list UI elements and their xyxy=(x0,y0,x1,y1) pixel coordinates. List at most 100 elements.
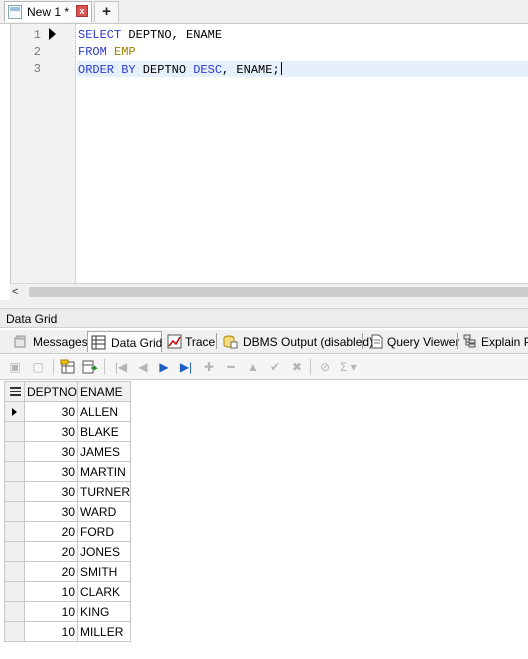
cell-ename[interactable]: SMITH xyxy=(77,561,132,582)
tab-explain-plan[interactable]: Explain Pl xyxy=(460,331,528,352)
tab-messages[interactable]: Messages xyxy=(10,331,88,352)
table-row[interactable]: 30 ALLEN xyxy=(4,401,132,422)
cell-deptno[interactable]: 10 xyxy=(23,581,79,602)
code-line-2[interactable]: FROM EMP xyxy=(78,45,136,59)
table-row[interactable]: 30 JAMES xyxy=(4,441,132,462)
table-row[interactable]: 20 FORD xyxy=(4,521,132,542)
previous-record-icon[interactable]: ◀ xyxy=(135,359,151,375)
table-row[interactable]: 20 JONES xyxy=(4,541,132,562)
edit-record-icon[interactable]: ▲ xyxy=(245,359,261,375)
scrollbar-thumb[interactable] xyxy=(29,287,528,297)
row-selector[interactable] xyxy=(4,581,25,602)
unlock-icon[interactable]: ▢ xyxy=(30,359,46,375)
cell-ename[interactable]: CLARK xyxy=(77,581,132,602)
panel-splitter[interactable] xyxy=(0,300,528,308)
toolbar-separator xyxy=(53,359,54,375)
cell-deptno[interactable]: 20 xyxy=(23,541,79,562)
sql-keyword: SELECT xyxy=(78,28,122,42)
row-selector[interactable] xyxy=(4,541,25,562)
close-tab-icon[interactable]: x xyxy=(76,5,88,17)
cell-deptno[interactable]: 30 xyxy=(23,461,79,482)
document-tab-new1[interactable]: New 1 * x xyxy=(4,1,92,22)
table-row[interactable]: 10 KING xyxy=(4,601,132,622)
tab-data-grid[interactable]: Data Grid xyxy=(87,331,162,352)
cell-ename[interactable]: JONES xyxy=(77,541,132,562)
post-edit-icon[interactable]: ✔ xyxy=(267,359,283,375)
cell-deptno[interactable]: 20 xyxy=(23,521,79,542)
scroll-left-arrow-icon[interactable]: < xyxy=(12,284,18,300)
row-selector[interactable] xyxy=(4,461,25,482)
refresh-grid-icon[interactable] xyxy=(82,359,98,375)
code-line-3[interactable]: ORDER BY DEPTNO DESC, ENAME; xyxy=(78,62,282,77)
query-viewer-icon xyxy=(371,334,383,349)
sql-keyword: FROM xyxy=(78,45,107,59)
cell-deptno[interactable]: 30 xyxy=(23,421,79,442)
cell-ename[interactable]: WARD xyxy=(77,501,132,522)
sum-dropdown-icon[interactable]: Σ ▾ xyxy=(340,359,364,375)
cell-ename[interactable]: ALLEN xyxy=(77,401,132,422)
sql-editor[interactable]: 1 2 3 SELECT DEPTNO, ENAME FROM EMP ORDE… xyxy=(10,24,528,283)
cell-deptno[interactable]: 10 xyxy=(23,601,79,622)
tab-label: Explain Pl xyxy=(481,335,528,349)
row-selector[interactable] xyxy=(4,561,25,582)
tab-label: Data Grid xyxy=(111,336,163,350)
lock-icon[interactable]: ▣ xyxy=(7,359,23,375)
sql-text: , ENAME; xyxy=(222,63,280,77)
row-selector[interactable] xyxy=(4,521,25,542)
insert-record-icon[interactable]: ✚ xyxy=(201,359,217,375)
toolbar-separator xyxy=(104,359,105,375)
export-grid-icon[interactable] xyxy=(60,359,76,375)
table-row[interactable]: 10 MILLER xyxy=(4,621,132,642)
cell-deptno[interactable]: 30 xyxy=(23,481,79,502)
table-row[interactable]: 30 WARD xyxy=(4,501,132,522)
row-selector[interactable] xyxy=(4,601,25,622)
cell-deptno[interactable]: 10 xyxy=(23,621,79,642)
tab-query-viewer[interactable]: Query Viewer xyxy=(366,331,459,352)
code-line-1[interactable]: SELECT DEPTNO, ENAME xyxy=(78,28,222,42)
tab-dbms-output[interactable]: DBMS Output (disabled) xyxy=(220,331,373,352)
cancel-edit-icon[interactable]: ✖ xyxy=(289,359,305,375)
cell-ename[interactable]: MARTIN xyxy=(77,461,132,482)
tab-label: Trace xyxy=(185,335,216,349)
table-row[interactable]: 10 CLARK xyxy=(4,581,132,602)
cell-ename[interactable]: BLAKE xyxy=(77,421,132,442)
first-record-icon[interactable]: |◀ xyxy=(113,359,129,375)
table-row[interactable]: 20 SMITH xyxy=(4,561,132,582)
cell-deptno[interactable]: 30 xyxy=(23,501,79,522)
cell-ename[interactable]: MILLER xyxy=(77,621,132,642)
row-selector[interactable] xyxy=(4,481,25,502)
row-selector[interactable] xyxy=(4,441,25,462)
text-cursor xyxy=(280,62,282,75)
last-record-icon[interactable]: ▶| xyxy=(178,359,194,375)
table-row[interactable]: 30 BLAKE xyxy=(4,421,132,442)
cell-deptno[interactable]: 30 xyxy=(23,401,79,422)
tab-label: DBMS Output (disabled) xyxy=(243,335,374,349)
editor-horizontal-scrollbar[interactable]: < xyxy=(10,283,528,300)
delete-record-icon[interactable]: ━ xyxy=(223,359,239,375)
grid-menu-button[interactable] xyxy=(4,381,25,402)
cell-deptno[interactable]: 30 xyxy=(23,441,79,462)
new-tab-button[interactable]: + xyxy=(94,1,119,22)
filter-disabled-icon[interactable]: ⊘ xyxy=(317,359,333,375)
row-selector[interactable] xyxy=(4,401,25,422)
table-row[interactable]: 30 MARTIN xyxy=(4,461,132,482)
current-statement-marker-icon xyxy=(49,28,56,40)
editor-gutter: 1 2 3 xyxy=(11,24,76,283)
sql-keyword: ORDER BY xyxy=(78,63,136,77)
table-row[interactable]: 30 TURNER xyxy=(4,481,132,502)
column-header-deptno[interactable]: DEPTNO xyxy=(23,381,79,402)
cell-ename[interactable]: JAMES xyxy=(77,441,132,462)
sql-keyword: DESC xyxy=(193,63,223,77)
result-panel-header: Data Grid xyxy=(0,308,528,328)
column-header-ename[interactable]: ENAME xyxy=(77,381,132,402)
result-data-grid[interactable]: DEPTNO ENAME 30 ALLEN 30 BLAKE 30 JAMES 30 MART… xyxy=(4,381,132,642)
tab-trace[interactable]: Trace xyxy=(164,331,216,352)
row-selector[interactable] xyxy=(4,501,25,522)
row-selector[interactable] xyxy=(4,621,25,642)
cell-ename[interactable]: KING xyxy=(77,601,132,622)
cell-deptno[interactable]: 20 xyxy=(23,561,79,582)
cell-ename[interactable]: TURNER xyxy=(77,481,132,502)
next-record-icon[interactable]: ▶ xyxy=(156,359,172,375)
cell-ename[interactable]: FORD xyxy=(77,521,132,542)
row-selector[interactable] xyxy=(4,421,25,442)
